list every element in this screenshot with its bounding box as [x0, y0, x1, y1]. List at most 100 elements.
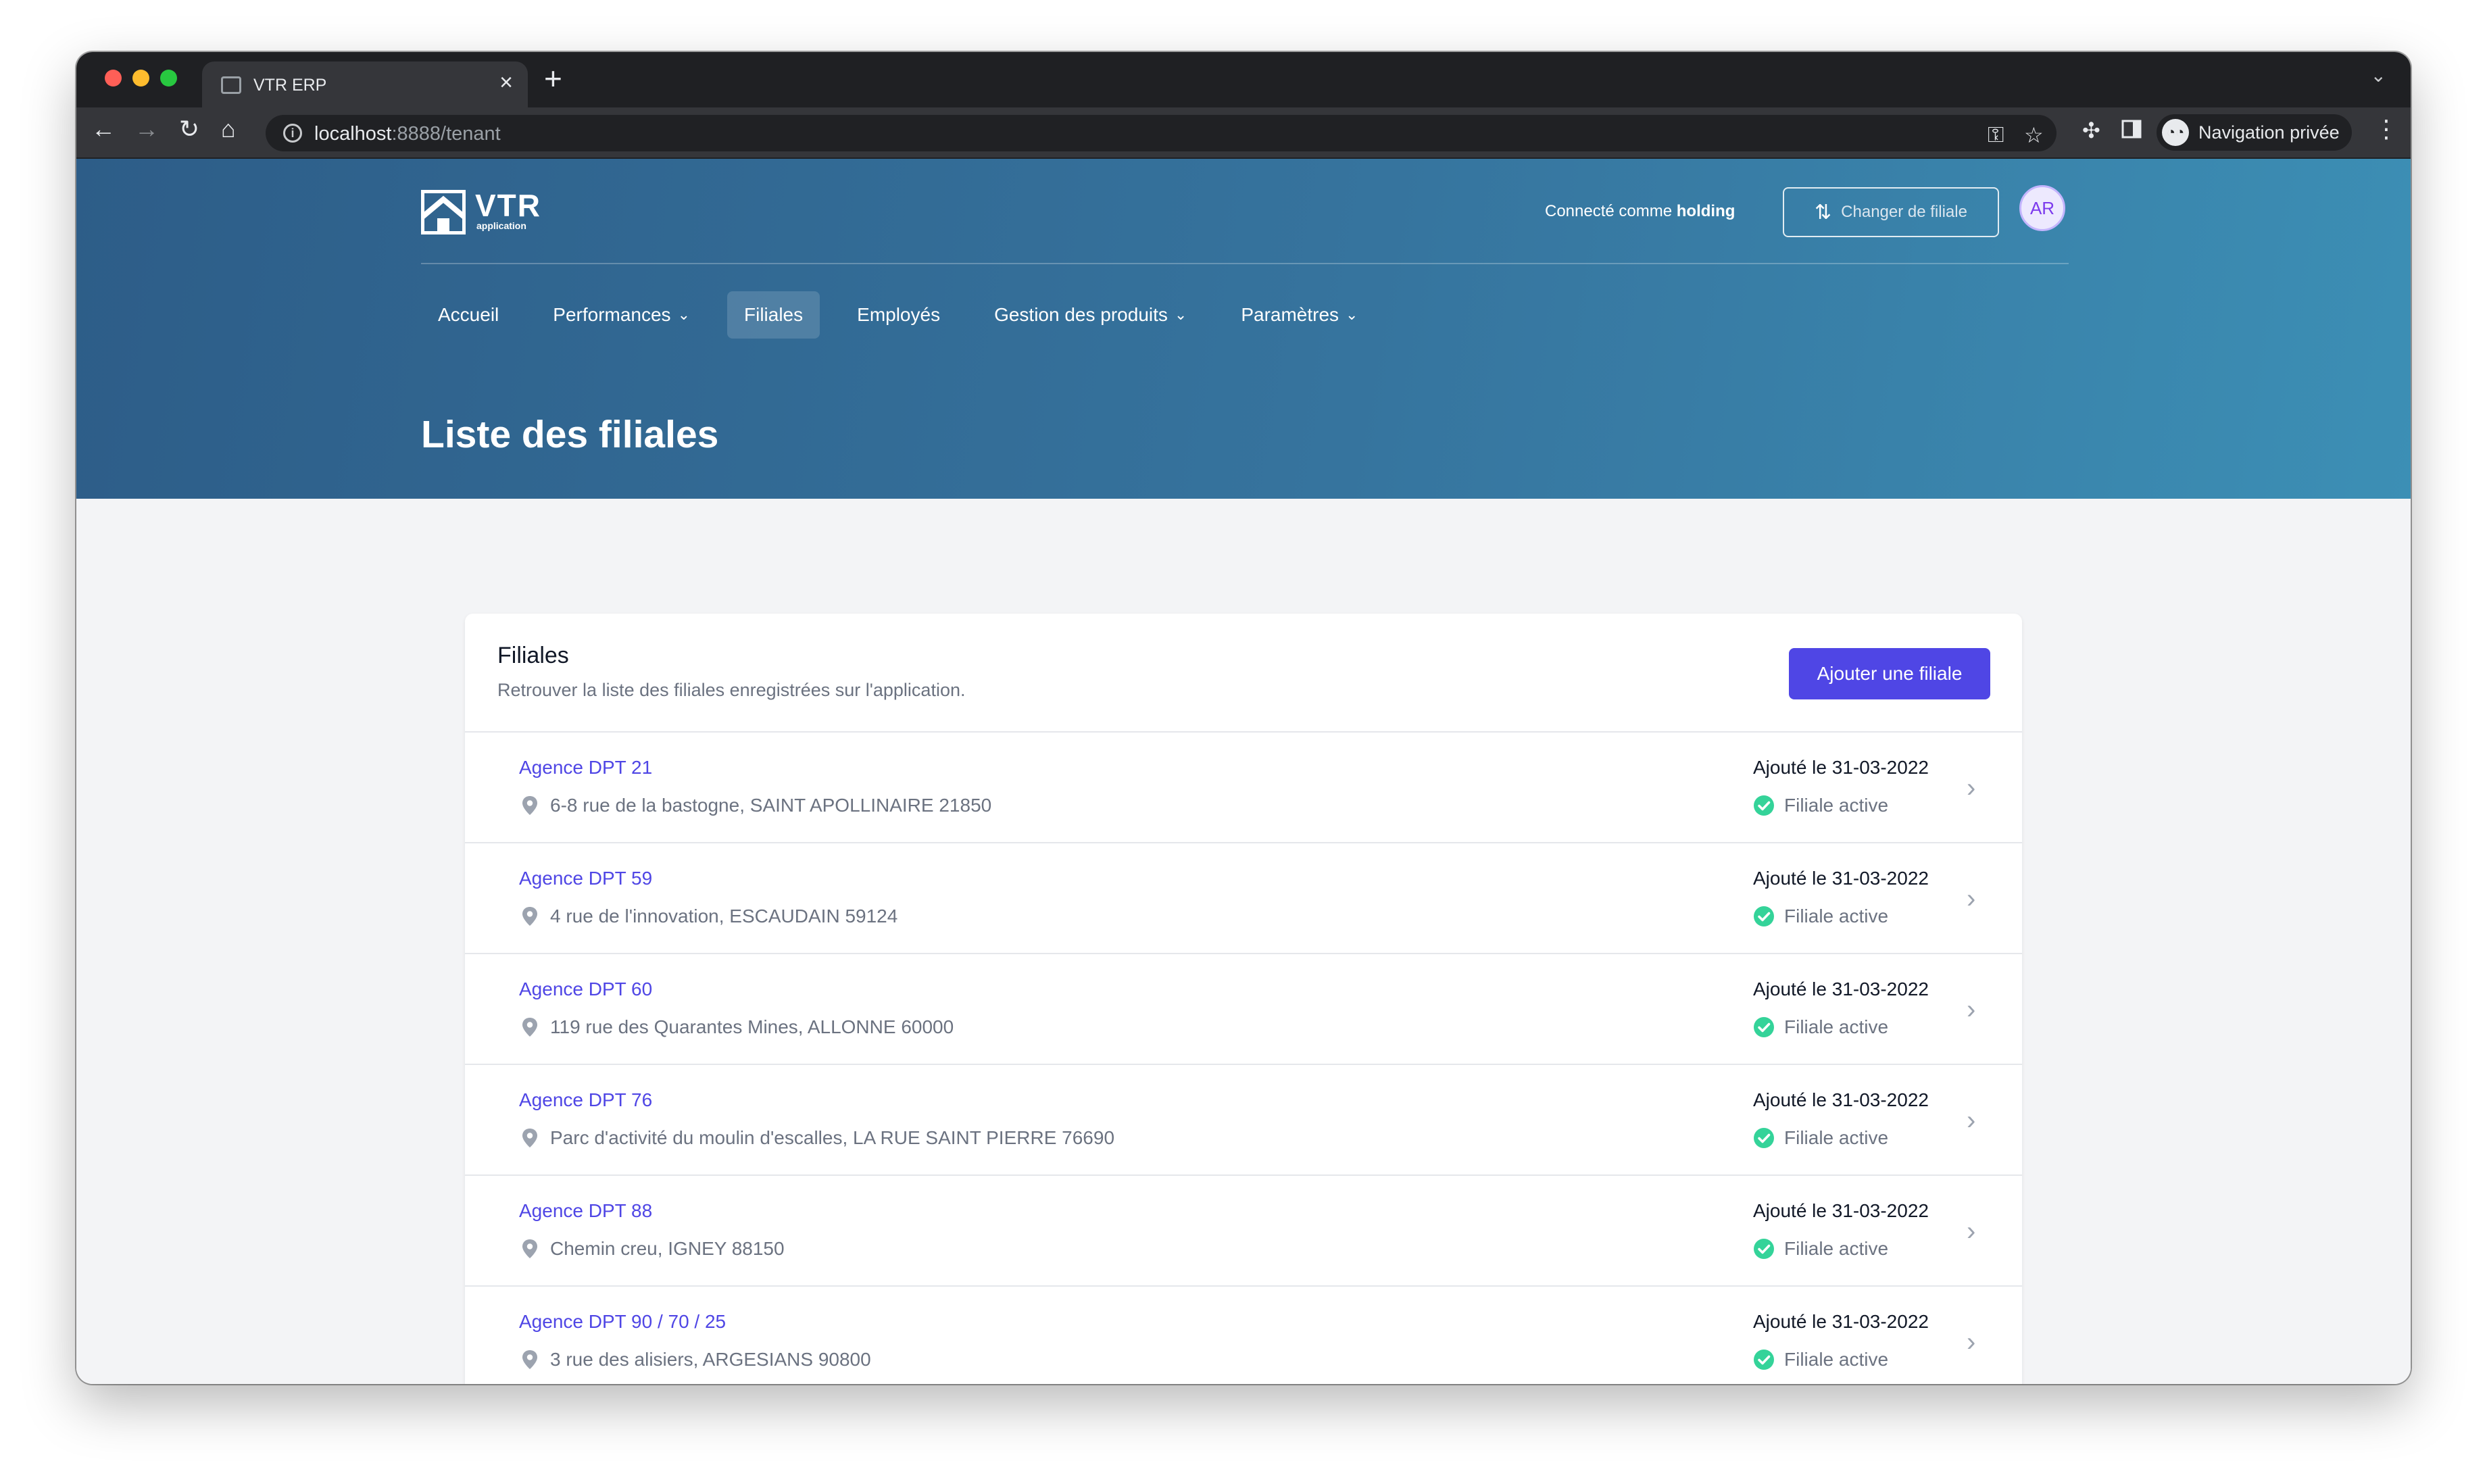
subsidiary-row[interactable]: Agence DPT 76 Parc d'activité du moulin d…	[465, 1066, 2022, 1176]
url-text[interactable]: localhost:8888/tenant	[314, 123, 501, 145]
chevron-right-icon[interactable]: ›	[1967, 774, 1975, 801]
subsidiary-status-text: Filiale active	[1784, 795, 1889, 816]
chevron-right-icon[interactable]: ›	[1967, 1107, 1975, 1134]
browser-tab[interactable]: VTR ERP ×	[202, 61, 528, 107]
switch-subsidiary-label: Changer de filiale	[1841, 203, 1967, 221]
map-pin-icon	[522, 1018, 537, 1037]
subsidiary-added-date: Ajouté le 31-03-2022	[1753, 1089, 1929, 1110]
incognito-icon: ◔◔	[2162, 119, 2189, 146]
card-header: Filiales Retrouver la liste des filiales…	[465, 614, 2022, 733]
subsidiary-address-text: 119 rue des Quarantes Mines, ALLONNE 600…	[550, 1016, 954, 1037]
subsidiary-row[interactable]: Agence DPT 88 Chemin creu, IGNEY 88150 Ajo…	[465, 1177, 2022, 1287]
subsidiary-address-text: 4 rue de l'innovation, ESCAUDAIN 59124	[550, 906, 898, 926]
nav-item-gestion-produits[interactable]: Gestion des produits ⌄	[977, 291, 1204, 339]
subsidiary-status: Filiale active	[1753, 1238, 1888, 1260]
chevron-right-icon[interactable]: ›	[1967, 996, 1975, 1023]
subsidiary-address-text: Chemin creu, IGNEY 88150	[550, 1238, 785, 1259]
chevron-down-icon: ⌄	[1346, 306, 1358, 323]
nav-item-accueil[interactable]: Accueil	[421, 291, 516, 339]
user-avatar[interactable]: AR	[2019, 185, 2065, 231]
swap-arrows-icon: ⇅	[1815, 201, 1832, 224]
subsidiary-address: 3 rue des alisiers, ARGESIANS 90800	[519, 1349, 871, 1370]
page-content: VTR application Connecté comme holding ⇅…	[76, 159, 2411, 1384]
browser-menu-icon[interactable]: ⋮	[2374, 117, 2398, 141]
back-arrow-icon[interactable]: ←	[91, 117, 116, 141]
connected-as-text: Connecté comme holding	[1545, 202, 1735, 220]
subsidiary-name[interactable]: Agence DPT 59	[519, 868, 652, 889]
subsidiary-address: 119 rue des Quarantes Mines, ALLONNE 600…	[519, 1016, 954, 1038]
minimize-window-button[interactable]	[132, 70, 149, 86]
subsidiary-address-text: 3 rue des alisiers, ARGESIANS 90800	[550, 1349, 871, 1370]
tab-strip: VTR ERP × + ⌄	[76, 52, 2411, 107]
reload-icon[interactable]: ↻	[179, 117, 199, 141]
subsidiary-status: Filiale active	[1753, 1127, 1888, 1149]
side-panel-icon[interactable]	[2121, 118, 2142, 144]
map-pin-icon	[522, 1350, 537, 1369]
key-icon[interactable]: ⚿	[1988, 122, 2004, 148]
header-divider	[421, 263, 2069, 264]
subsidiary-address: Parc d'activité du moulin d'escalles, LA…	[519, 1127, 1114, 1149]
favicon-icon	[221, 76, 241, 94]
logo-text: VTR application	[475, 190, 541, 230]
zoom-window-button[interactable]	[160, 70, 177, 86]
check-circle-icon	[1754, 795, 1774, 816]
subsidiary-added-date: Ajouté le 31-03-2022	[1753, 979, 1929, 999]
subsidiary-address-text: Parc d'activité du moulin d'escalles, LA…	[550, 1127, 1115, 1148]
card-subtitle: Retrouver la liste des filiales enregist…	[497, 680, 966, 700]
map-pin-icon	[522, 907, 537, 926]
subsidiary-name[interactable]: Agence DPT 21	[519, 757, 652, 778]
forward-arrow-icon[interactable]: →	[134, 117, 159, 141]
chevron-right-icon[interactable]: ›	[1967, 1218, 1975, 1245]
add-subsidiary-button[interactable]: Ajouter une filiale	[1789, 648, 1990, 699]
logo-house-icon	[421, 190, 466, 234]
check-circle-icon	[1754, 1350, 1774, 1370]
address-bar[interactable]: i localhost:8888/tenant ⚿ ☆	[266, 115, 2057, 151]
nav-item-parametres[interactable]: Paramètres ⌄	[1224, 291, 1375, 339]
subsidiary-name[interactable]: Agence DPT 76	[519, 1089, 652, 1111]
subsidiary-status-text: Filiale active	[1784, 1238, 1889, 1259]
home-icon[interactable]: ⌂	[221, 117, 236, 141]
check-circle-icon	[1754, 1239, 1774, 1259]
map-pin-icon	[522, 1239, 537, 1258]
switch-subsidiary-button[interactable]: ⇅ Changer de filiale	[1783, 187, 1999, 237]
subsidiary-name[interactable]: Agence DPT 90 / 70 / 25	[519, 1311, 726, 1333]
subsidiary-row[interactable]: Agence DPT 59 4 rue de l'innovation, ESCA…	[465, 845, 2022, 954]
card-title: Filiales	[497, 643, 569, 668]
subsidiary-status: Filiale active	[1753, 906, 1888, 927]
new-tab-button[interactable]: +	[544, 63, 562, 94]
extensions-puzzle-icon[interactable]: ✣	[2082, 120, 2100, 141]
subsidiary-added-date: Ajouté le 31-03-2022	[1753, 1311, 1929, 1332]
subsidiary-row[interactable]: Agence DPT 21 6-8 rue de la bastogne, SAI…	[465, 734, 2022, 843]
map-pin-icon	[522, 1129, 537, 1147]
nav-item-performances[interactable]: Performances ⌄	[536, 291, 707, 339]
subsidiary-status-text: Filiale active	[1784, 1127, 1889, 1148]
main-nav: Accueil Performances ⌄ Filiales Employés …	[421, 291, 1395, 339]
subsidiary-status-text: Filiale active	[1784, 1349, 1889, 1370]
subsidiary-row[interactable]: Agence DPT 60 119 rue des Quarantes Mines…	[465, 956, 2022, 1065]
tab-close-icon[interactable]: ×	[499, 71, 513, 94]
profile-label: Navigation privée	[2198, 122, 2340, 143]
tab-search-chevron-icon[interactable]: ⌄	[2371, 64, 2386, 86]
vtr-logo[interactable]: VTR application	[421, 190, 541, 234]
nav-item-filiales[interactable]: Filiales	[727, 291, 820, 339]
site-info-icon[interactable]: i	[283, 124, 302, 143]
browser-toolbar: ← → ↻ ⌂ i localhost:8888/tenant ⚿ ☆ ✣ ◔◔…	[76, 107, 2411, 159]
chevron-right-icon[interactable]: ›	[1967, 885, 1975, 912]
nav-item-employes[interactable]: Employés	[840, 291, 957, 339]
bookmark-star-icon[interactable]: ☆	[2024, 122, 2044, 148]
subsidiary-address-text: 6-8 rue de la bastogne, SAINT APOLLINAIR…	[550, 795, 992, 816]
check-circle-icon	[1754, 1128, 1774, 1148]
close-window-button[interactable]	[105, 70, 122, 86]
subsidiary-address: 6-8 rue de la bastogne, SAINT APOLLINAIR…	[519, 795, 991, 816]
subsidiary-address: 4 rue de l'innovation, ESCAUDAIN 59124	[519, 906, 897, 927]
chevron-right-icon[interactable]: ›	[1967, 1329, 1975, 1356]
incognito-profile-button[interactable]: ◔◔ Navigation privée	[2157, 114, 2352, 151]
subsidiary-status-text: Filiale active	[1784, 906, 1889, 926]
subsidiary-status-text: Filiale active	[1784, 1016, 1889, 1037]
subsidiary-row[interactable]: Agence DPT 90 / 70 / 25 3 rue des alisier…	[465, 1288, 2022, 1384]
subsidiary-name[interactable]: Agence DPT 88	[519, 1200, 652, 1222]
subsidiary-added-date: Ajouté le 31-03-2022	[1753, 1200, 1929, 1221]
traffic-lights	[105, 70, 177, 86]
subsidiary-name[interactable]: Agence DPT 60	[519, 979, 652, 1000]
subsidiary-added-date: Ajouté le 31-03-2022	[1753, 868, 1929, 889]
